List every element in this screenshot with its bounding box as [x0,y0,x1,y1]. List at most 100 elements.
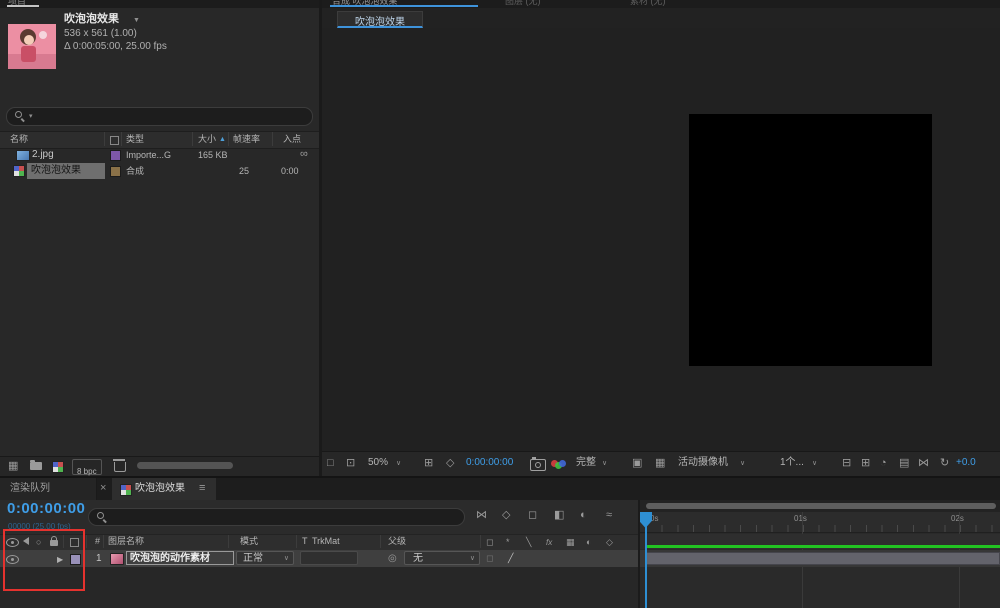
column-separator[interactable] [104,132,105,146]
column-header-parent[interactable]: 父级 [388,536,406,547]
dropdown-caret-icon[interactable]: ∨ [396,460,401,468]
column-separator[interactable] [380,535,381,548]
timeline-button-icon[interactable]: ▤ [899,458,909,469]
column-header-mode[interactable]: 模式 [240,536,258,547]
new-composition-icon[interactable] [52,461,64,473]
sort-ascending-icon[interactable]: ▲ [219,136,226,144]
column-separator[interactable] [121,132,122,146]
channel-icon[interactable] [551,459,568,469]
column-header-framerate[interactable]: 帧速率 [233,134,260,145]
comp-mini-flowchart-icon[interactable]: ⋈ [476,510,487,521]
composition-canvas[interactable] [689,114,932,366]
layer-duration-bar[interactable] [646,552,1000,565]
layer-name-box[interactable]: 吹泡泡的动作素材 [126,551,234,565]
hide-shy-layers-icon[interactable]: ◻ [528,510,537,521]
timeline-search-input[interactable] [123,510,462,526]
always-preview-icon[interactable]: □ [327,458,334,469]
preview-time[interactable]: 0:00:00:00 [466,457,513,469]
column-separator[interactable] [103,535,104,548]
3d-header-icon[interactable]: ◇ [606,537,613,548]
motion-blur-header-icon[interactable]: ◐ [586,537,591,548]
timeline-comp-tab[interactable]: 吹泡泡效果 ≡ [112,478,216,500]
comp-flowchart-icon[interactable]: ⋈ [918,458,929,469]
frame-blending-icon[interactable]: ◧ [554,510,564,521]
column-header-type[interactable]: 类型 [126,134,144,145]
resolution-dropdown[interactable]: 完整 [576,457,596,469]
project-search-box[interactable]: ▾ [6,107,313,126]
column-separator[interactable] [272,132,273,146]
ruler-label: 01s [794,514,807,523]
column-separator[interactable] [86,535,87,548]
layer-quality-toggle-icon[interactable]: ╱ [508,553,513,564]
timeline-search-box[interactable] [88,508,465,526]
reset-exposure-icon[interactable]: ↻ [940,458,949,469]
close-tab-icon[interactable]: × [100,483,106,494]
column-separator[interactable] [228,535,229,548]
column-header-layername[interactable]: 图层名称 [108,536,144,547]
transparency-grid-icon[interactable]: ▦ [655,458,665,469]
pixel-aspect-correction-icon[interactable]: ⊞ [861,458,870,469]
graph-editor-icon[interactable]: ≈ [606,510,612,521]
column-header-t[interactable]: T [302,536,308,547]
dropdown-caret-icon[interactable]: ∨ [740,460,745,468]
column-separator[interactable] [480,535,481,548]
column-separator[interactable] [296,535,297,548]
item-name[interactable]: 吹泡泡效果 [31,165,81,177]
fx-header-icon[interactable]: fx [546,537,552,548]
column-separator[interactable] [228,132,229,146]
label-color-chip[interactable] [110,166,121,177]
trkmat-dropdown[interactable] [300,551,358,565]
footage-panel-tab[interactable]: 素材 (无) [630,0,700,8]
column-header-name[interactable]: 名称 [10,134,28,145]
mask-visibility-icon[interactable]: ◇ [446,458,454,469]
bit-depth-button[interactable]: 8 bpc [72,459,102,476]
project-row-composition[interactable]: 吹泡泡效果 合成 25 0:00 [0,163,319,179]
project-item-name[interactable]: 吹泡泡效果 [64,13,119,25]
zoom-dropdown[interactable]: 50% [368,457,388,469]
motion-blur-icon[interactable]: ◐ [580,510,587,521]
project-row-2jpg[interactable]: 2.jpg Importe...G 165 KB ∞ [0,147,319,163]
grid-options-icon[interactable]: ⊞ [424,458,433,469]
draft-3d-icon[interactable]: ◇ [502,510,510,521]
current-time-display[interactable]: 0:00:00:00 [7,501,85,516]
column-header-inpoint[interactable]: 入点 [283,134,301,145]
item-name[interactable]: 2.jpg [32,149,54,161]
new-folder-icon[interactable] [30,460,42,470]
fast-previews-icon[interactable]: ◔ [880,458,887,469]
timeline-left-empty [0,567,638,608]
parent-pickwhip-icon[interactable]: ◎ [388,553,397,564]
dropdown-caret-icon[interactable]: ∨ [602,460,607,468]
camera-dropdown[interactable]: 活动摄像机 [678,457,728,469]
project-search-input[interactable] [41,109,310,126]
collapse-header-icon[interactable]: * [506,537,510,548]
interpret-footage-icon[interactable]: ▦ [8,461,18,472]
view-layout-dropdown[interactable]: 1个... [780,457,804,469]
time-navigator-handle[interactable] [646,503,996,509]
frame-blend-header-icon[interactable]: ▦ [566,537,575,548]
snapshot-icon[interactable] [530,457,546,471]
label-column-icon[interactable] [110,136,119,145]
blend-mode-dropdown[interactable]: 正常 ∨ [236,551,294,565]
layer-panel-tab[interactable]: 图层 (无) [505,0,575,8]
delete-icon[interactable] [113,459,126,472]
primary-viewer-icon[interactable]: ⊡ [346,458,355,469]
panel-menu-icon[interactable]: ≡ [199,483,205,494]
render-queue-tab[interactable]: 渲染队列 [0,478,97,500]
label-color-chip[interactable] [110,150,121,161]
parent-dropdown[interactable]: 无 ∨ [404,551,480,565]
viewer-tab[interactable]: 吹泡泡效果 [337,11,423,28]
search-options-caret-icon[interactable]: ▾ [29,113,33,121]
column-header-trkmat[interactable]: TrkMat [312,536,340,547]
layer-shy-toggle-icon[interactable]: ◻ [486,553,493,564]
dropdown-caret-icon[interactable]: ∨ [812,460,817,468]
item-dropdown-caret-icon[interactable]: ▼ [133,17,140,25]
shy-header-icon[interactable]: ◻ [486,537,493,548]
quality-header-icon[interactable]: ╲ [526,537,531,548]
column-separator[interactable] [192,132,193,146]
exposure-value[interactable]: +0.0 [956,457,976,469]
project-hscrollbar[interactable] [137,462,233,469]
region-of-interest-icon[interactable]: ▣ [632,458,642,469]
column-header-index[interactable]: # [95,536,100,547]
column-header-size[interactable]: 大小 [198,134,216,145]
share-view-icon[interactable]: ⊟ [842,458,851,469]
